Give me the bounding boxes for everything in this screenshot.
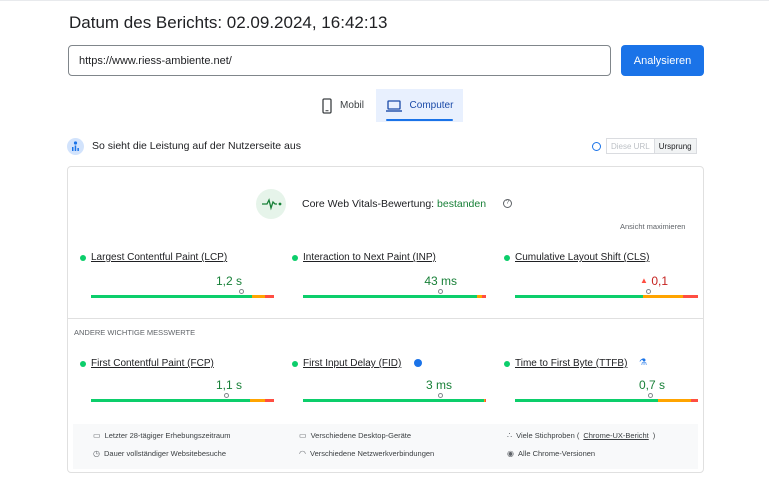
metric-inp-marker bbox=[437, 289, 443, 294]
tab-selected-indicator bbox=[386, 119, 453, 121]
url-origin-toggle[interactable]: Diese URL Ursprung bbox=[606, 138, 697, 154]
cwv-assessment-status: bestanden bbox=[437, 198, 487, 210]
cwv-assessment: Core Web Vitals-Bewertung: bestanden bbox=[302, 198, 486, 210]
good-segment bbox=[91, 295, 253, 298]
metric-fcp-value: 1,1 s bbox=[215, 378, 242, 392]
status-dot bbox=[292, 361, 298, 367]
metric-ttfb-link[interactable]: Time to First Byte (TTFB) bbox=[515, 358, 627, 369]
good-segment bbox=[515, 295, 644, 298]
needs-improvement-segment bbox=[250, 399, 265, 402]
poor-segment bbox=[683, 295, 698, 298]
tab-mobile-label: Mobil bbox=[340, 100, 364, 111]
footer-samples: ∴ Viele Stichproben (Chrome-UX-Bericht) bbox=[507, 431, 655, 440]
info-filled-icon[interactable] bbox=[414, 359, 422, 367]
wifi-icon: ◠ bbox=[299, 449, 306, 458]
help-icon[interactable]: ? bbox=[503, 199, 512, 208]
metric-fcp-distribution-bar bbox=[91, 399, 274, 402]
metric-cls-value: 0,1 bbox=[651, 274, 668, 288]
calendar-icon: ▭ bbox=[93, 431, 101, 440]
tab-mobile[interactable]: Mobil bbox=[311, 89, 375, 122]
metric-fcp-marker bbox=[223, 393, 229, 398]
good-segment bbox=[91, 399, 251, 402]
metric-fid-link[interactable]: First Input Delay (FID) bbox=[303, 358, 401, 369]
footer-devices: ▭ Verschiedene Desktop-Geräte bbox=[299, 431, 411, 440]
metric-fid-marker bbox=[437, 393, 443, 398]
poor-segment bbox=[482, 295, 486, 298]
top-divider bbox=[0, 0, 769, 1]
heartbeat-icon bbox=[256, 189, 286, 219]
toggle-this-url[interactable]: Diese URL bbox=[607, 139, 655, 153]
needs-improvement-segment bbox=[657, 399, 691, 402]
tab-computer-label: Computer bbox=[409, 100, 454, 111]
status-dot bbox=[504, 361, 510, 367]
devices-icon: ▭ bbox=[299, 431, 307, 440]
footer-visit-duration: ◷ Dauer vollständiger Websitebesuche bbox=[93, 449, 226, 458]
needs-improvement-segment bbox=[252, 295, 265, 298]
footer-samples-suffix: ) bbox=[652, 431, 656, 440]
metric-fid-distribution-bar bbox=[303, 399, 486, 402]
timer-icon: ◷ bbox=[93, 449, 100, 458]
footer-collection-period: ▭ Letzter 28-tägiger Erhebungszeitraum bbox=[93, 431, 230, 440]
metric-lcp-link[interactable]: Largest Contentful Paint (LCP) bbox=[91, 252, 227, 263]
status-dot bbox=[292, 255, 298, 261]
experimental-flask-icon: ⚗ bbox=[639, 357, 648, 367]
footer-collection-period-text: Letzter 28-tägiger Erhebungszeitraum bbox=[104, 431, 231, 440]
samples-icon: ∴ bbox=[507, 431, 513, 440]
footer-visit-duration-text: Dauer vollständiger Websitebesuche bbox=[103, 449, 226, 458]
laptop-icon bbox=[385, 99, 402, 112]
chrome-ux-report-link[interactable]: Chrome-UX-Bericht bbox=[583, 431, 648, 440]
tab-computer[interactable]: Computer bbox=[376, 89, 463, 122]
status-dot bbox=[504, 255, 510, 261]
footer-connections: ◠ Verschiedene Netzwerkverbindungen bbox=[299, 449, 434, 458]
metric-fcp-link[interactable]: First Contentful Paint (FCP) bbox=[91, 358, 214, 369]
report-date: Datum des Berichts: 02.09.2024, 16:42:13 bbox=[69, 13, 388, 32]
footer-chrome-versions-text: Alle Chrome-Versionen bbox=[517, 449, 596, 458]
poor-segment bbox=[264, 295, 274, 298]
metric-fid-value: 3 ms bbox=[425, 378, 452, 392]
phone-icon bbox=[322, 97, 332, 114]
section-divider bbox=[68, 318, 703, 319]
poor-segment bbox=[264, 399, 274, 402]
metric-lcp-distribution-bar bbox=[91, 295, 274, 298]
footer-samples-prefix: Viele Stichproben ( bbox=[516, 431, 580, 440]
metric-cls-distribution-bar bbox=[515, 295, 698, 298]
status-dot bbox=[80, 255, 86, 261]
metric-inp-value: 43 ms bbox=[424, 274, 457, 288]
footer-devices-text: Verschiedene Desktop-Geräte bbox=[310, 431, 412, 440]
metric-ttfb-marker bbox=[647, 393, 653, 398]
url-input[interactable] bbox=[68, 45, 611, 76]
good-segment bbox=[303, 295, 477, 298]
metric-lcp-value: 1,2 s bbox=[215, 274, 242, 288]
needs-improvement-segment bbox=[643, 295, 684, 298]
info-icon[interactable] bbox=[592, 142, 601, 151]
poor-segment bbox=[485, 399, 486, 402]
metric-ttfb-distribution-bar bbox=[515, 399, 698, 402]
good-segment bbox=[515, 399, 658, 402]
metric-cls-link[interactable]: Cumulative Layout Shift (CLS) bbox=[515, 252, 650, 263]
good-segment bbox=[303, 399, 485, 402]
metric-inp-distribution-bar bbox=[303, 295, 486, 298]
footer-connections-text: Verschiedene Netzwerkverbindungen bbox=[309, 449, 435, 458]
metric-ttfb-value: 0,7 s bbox=[638, 378, 665, 392]
footer-chrome-versions: ◉ Alle Chrome-Versionen bbox=[507, 449, 595, 458]
chrome-icon: ◉ bbox=[507, 449, 514, 458]
section-title: So sieht die Leistung auf der Nutzerseit… bbox=[92, 140, 301, 152]
metric-inp-link[interactable]: Interaction to Next Paint (INP) bbox=[303, 252, 436, 263]
other-metrics-heading: ANDERE WICHTIGE MESSWERTE bbox=[74, 328, 196, 337]
toggle-origin[interactable]: Ursprung bbox=[654, 139, 696, 153]
poor-segment bbox=[690, 399, 698, 402]
cwv-assessment-label: Core Web Vitals-Bewertung: bbox=[302, 198, 435, 210]
status-dot bbox=[80, 361, 86, 367]
expand-view-link[interactable]: Ansicht maximieren bbox=[620, 222, 685, 231]
analyze-button[interactable]: Analysieren bbox=[621, 45, 704, 76]
metric-lcp-marker bbox=[238, 289, 244, 294]
users-chart-icon bbox=[67, 138, 84, 155]
